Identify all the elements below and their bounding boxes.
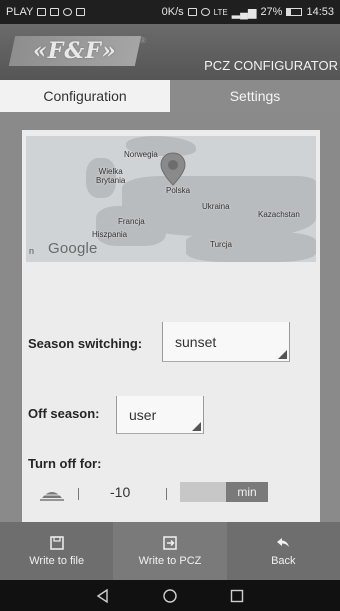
separator	[166, 488, 167, 500]
tab-configuration[interactable]: Configuration	[0, 80, 170, 112]
bottom-action-bar: Write to file Write to PCZ Back	[0, 522, 340, 580]
nfc-icon	[187, 8, 197, 16]
carrier-name: PLAY	[6, 6, 34, 18]
message-icon	[50, 8, 60, 16]
ff-logo: «F&F»	[8, 36, 142, 66]
configuration-panel: Norwegia Wielka Brytania Polska Ukraina …	[22, 130, 320, 522]
tab-bar: Configuration Settings	[0, 80, 340, 112]
status-bar: PLAY 0K/s LTE ▂▄▆ 27% 14:53	[0, 0, 340, 24]
google-attribution: Google	[48, 240, 98, 257]
season-switching-select[interactable]: sunset	[162, 322, 290, 362]
unit-field[interactable]: min	[180, 482, 268, 502]
map-label-poland: Polska	[166, 186, 191, 195]
separator	[78, 488, 79, 500]
tab-settings[interactable]: Settings	[170, 80, 340, 112]
back-button[interactable]: Back	[227, 522, 340, 580]
network-type: LTE	[213, 7, 228, 17]
battery-percent: 27%	[260, 6, 283, 18]
nav-recents-button[interactable]	[229, 588, 245, 604]
signal-icon: ▂▄▆	[231, 6, 257, 19]
map-edge-label: n	[29, 246, 35, 256]
write-to-pcz-label: Write to PCZ	[138, 555, 202, 567]
main-content: Norwegia Wielka Brytania Polska Ukraina …	[0, 112, 340, 522]
registered-mark: ®	[140, 36, 146, 45]
battery-icon	[286, 8, 303, 16]
facebook-icon	[63, 8, 73, 16]
system-nav-bar	[0, 580, 340, 611]
square-recents-icon	[230, 589, 243, 602]
map-label-spain: Hiszpania	[92, 230, 128, 239]
gallery-icon	[37, 8, 47, 16]
off-season-label: Off season:	[28, 406, 100, 421]
unit-label: min	[226, 482, 268, 502]
triangle-back-icon	[97, 588, 109, 603]
write-to-pcz-button[interactable]: Write to PCZ	[113, 522, 227, 580]
dropdown-corner-icon	[278, 350, 287, 359]
off-season-value: user	[129, 406, 157, 423]
map-label-uk: Wielka Brytania	[96, 167, 126, 185]
nav-back-button[interactable]	[95, 588, 111, 604]
write-to-file-button[interactable]: Write to file	[0, 522, 113, 580]
back-arrow-icon	[277, 538, 290, 547]
alarm-icon	[200, 8, 210, 16]
map-label-turkey: Turcja	[210, 240, 232, 249]
save-icon	[49, 536, 64, 550]
map-label-ukraine: Ukraina	[202, 202, 230, 211]
map-label-kazakhstan: Kazachstan	[258, 210, 300, 219]
turn-off-label: Turn off for:	[28, 456, 102, 471]
off-season-select[interactable]: user	[116, 396, 204, 434]
season-switching-label: Season switching:	[28, 336, 143, 351]
back-label: Back	[271, 555, 296, 567]
app-header: «F&F» ® PCZ CONFIGURATOR	[0, 24, 340, 80]
notification-icon	[76, 8, 86, 16]
clock: 14:53	[306, 6, 334, 18]
map-label-norway: Norwegia	[124, 150, 158, 159]
circle-home-icon	[163, 588, 177, 603]
export-icon	[163, 536, 177, 550]
dropdown-corner-icon	[192, 422, 201, 431]
location-map[interactable]: Norwegia Wielka Brytania Polska Ukraina …	[26, 136, 316, 262]
nav-home-button[interactable]	[162, 588, 178, 604]
write-to-file-label: Write to file	[29, 555, 85, 567]
turn-off-value[interactable]: -10	[110, 484, 130, 500]
app-title: PCZ CONFIGURATOR	[204, 58, 338, 73]
season-switching-value: sunset	[175, 333, 217, 350]
network-speed: 0K/s	[161, 6, 184, 18]
dimmed-lamp-icon	[40, 492, 64, 501]
location-pin-icon[interactable]	[160, 152, 186, 186]
map-label-france: Francja	[118, 217, 145, 226]
